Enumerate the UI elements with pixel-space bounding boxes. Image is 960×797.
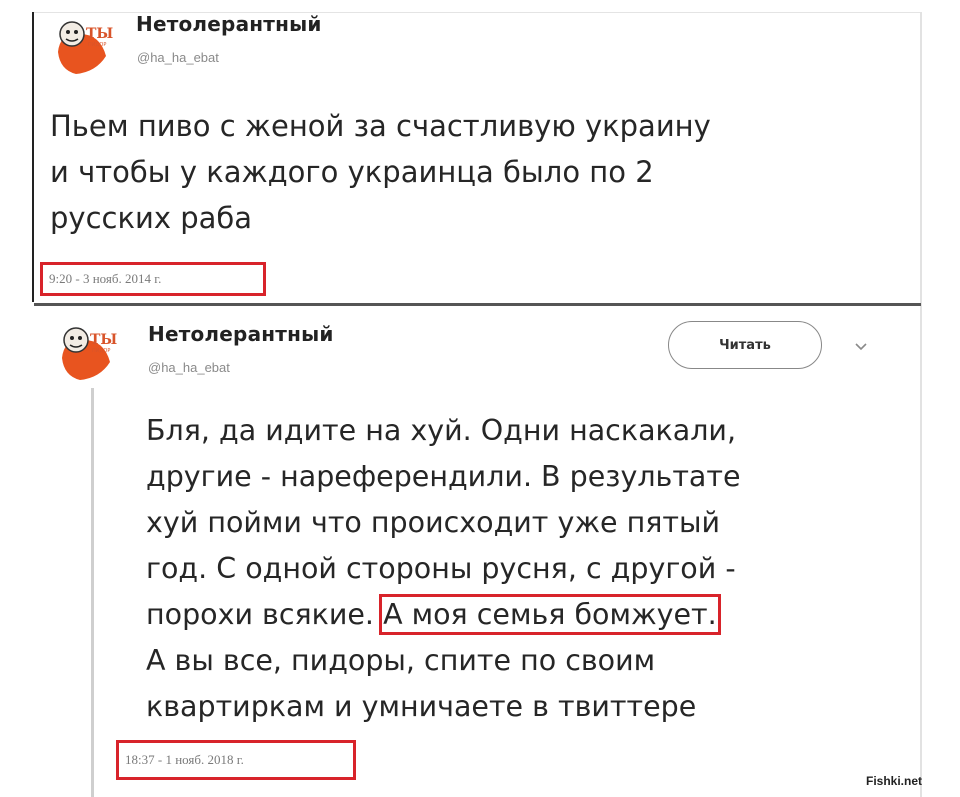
author-handle[interactable]: @ha_ha_ebat <box>148 360 230 375</box>
tweet-text: Пьем пиво с женой за счастливую украину … <box>50 103 711 241</box>
avatar[interactable]: ТЫ ПИДОР <box>54 318 124 384</box>
tweet-timestamp[interactable]: 18:37 - 1 нояб. 2018 г. <box>116 740 356 780</box>
tweet-text-line: Пьем пиво с женой за счастливую украину <box>50 109 711 143</box>
frame-left-border <box>32 12 34 302</box>
svg-text:ПИДОР: ПИДОР <box>92 348 110 354</box>
svg-text:ТЫ: ТЫ <box>86 26 113 42</box>
svg-text:ПИДОР: ПИДОР <box>88 42 106 48</box>
tweet-text-line: другие - нареферендили. В результате <box>146 460 741 493</box>
watermark: Fishki.net <box>866 774 923 788</box>
frame-right-border <box>920 12 922 797</box>
thread-line <box>91 388 94 797</box>
follow-button[interactable]: Читать <box>668 321 822 369</box>
highlighted-phrase: А моя семья бомжует. <box>379 594 721 635</box>
tweet-text-line: русских раба <box>50 201 253 235</box>
tweet-timestamp[interactable]: 9:20 - 3 нояб. 2014 г. <box>40 262 266 296</box>
tweet-text: Бля, да идите на хуй. Одни наскакали, др… <box>146 408 741 730</box>
svg-text:ТЫ: ТЫ <box>90 332 117 348</box>
tweet-text-line: хуй пойми что происходит уже пятый <box>146 506 721 539</box>
tweet-text-line: Бля, да идите на хуй. Одни наскакали, <box>146 414 737 447</box>
tweet-text-segment: порохи всякие. <box>146 598 374 631</box>
tweet-text-line: год. С одной стороны русня, с другой - <box>146 552 736 585</box>
tweet-text-line: квартиркам и умничаете в твиттере <box>146 690 697 723</box>
tweet-text-line: порохи всякие. А моя семья бомжует. <box>146 592 741 638</box>
avatar[interactable]: ТЫ ПИДОР <box>50 12 120 78</box>
chevron-down-icon[interactable] <box>852 338 870 356</box>
author-handle[interactable]: @ha_ha_ebat <box>137 50 219 65</box>
tweet-text-line: А вы все, пидоры, спите по своим <box>146 644 656 677</box>
author-name[interactable]: Нетолерантный <box>148 322 334 346</box>
tweet-divider <box>34 303 921 306</box>
author-name[interactable]: Нетолерантный <box>136 12 322 36</box>
tweet-text-line: и чтобы у каждого украинца было по 2 <box>50 155 654 189</box>
